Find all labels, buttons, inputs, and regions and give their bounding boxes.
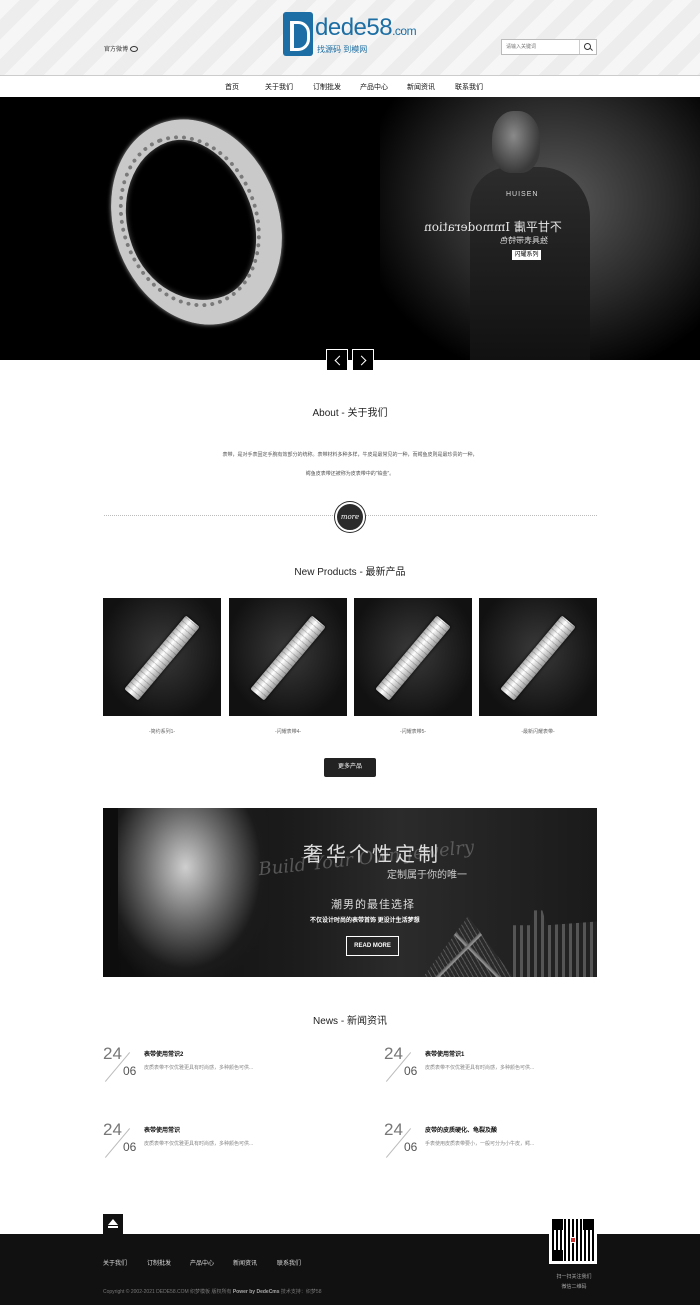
nav-item-products[interactable]: 产品中心 xyxy=(360,82,388,92)
logo[interactable]: dede58.com 找源码 到模网 xyxy=(283,10,423,60)
product-name[interactable]: -最新闪耀表带- xyxy=(479,728,597,735)
news-item-title[interactable]: 皮带的皮质硬化、龟裂及酸 xyxy=(425,1125,497,1134)
read-more-button[interactable]: READ MORE xyxy=(346,936,399,956)
bracelet-image xyxy=(83,97,310,349)
footer-link-about[interactable]: 关于我们 xyxy=(103,1258,127,1267)
product-card[interactable] xyxy=(229,598,347,716)
product-name[interactable]: -简约系列1- xyxy=(103,728,221,735)
promo-subtitle: 定制属于你的唯一 xyxy=(387,870,467,881)
watch-strap-image xyxy=(124,615,200,701)
news-item-title[interactable]: 表带使用常识 xyxy=(144,1125,180,1134)
more-products-button[interactable]: 更多产品 xyxy=(324,758,376,777)
main-nav: 首页 关于我们 订制批发 产品中心 新闻资讯 联系我们 xyxy=(0,75,700,97)
weibo-icon xyxy=(130,46,139,53)
products-title: New Products - 最新产品 xyxy=(294,567,406,578)
wechat-qr-code xyxy=(549,1216,597,1264)
watch-strap-image xyxy=(375,615,451,701)
search-input[interactable] xyxy=(502,40,580,54)
promo-banner[interactable]: Build Your Own Jewelry 奢华个性定制 定制属于你的唯一 潮… xyxy=(103,808,597,977)
qr-label-line1: 扫一扫关注我们 xyxy=(556,1274,592,1280)
promo-tagline: 潮男的最佳选择 xyxy=(331,899,415,911)
news-month: 06 xyxy=(404,1064,418,1078)
news-item-title[interactable]: 表带使用常识1 xyxy=(425,1049,464,1058)
copyright: Copyright © 2002-2021 DEDE58.COM 织梦模板 版权… xyxy=(103,1288,321,1295)
footer-link-contact[interactable]: 联系我们 xyxy=(277,1258,301,1267)
logo-mark-icon xyxy=(283,12,313,56)
nav-item-contact[interactable]: 联系我们 xyxy=(455,82,483,92)
news-title: News - 新闻资讯 xyxy=(313,1016,387,1027)
power-by[interactable]: Power by DedeCms xyxy=(233,1289,280,1295)
news-item-desc: 皮质表带不仅优雅更具有时尚感，多种颜色可供... xyxy=(144,1065,254,1071)
nav-item-news[interactable]: 新闻资讯 xyxy=(407,82,435,92)
page: 官方微博 dede58.com 找源码 到模网 首页 关于我们 订制批发 产品中… xyxy=(0,0,700,1305)
watch-strap-image xyxy=(500,615,576,701)
banner-subline: 独具表带特色 xyxy=(500,236,548,245)
news-day: 24 xyxy=(384,1044,403,1063)
copyright-text: Copyright © 2002-2021 DEDE58.COM 织梦模板 版权… xyxy=(103,1289,232,1295)
news-item-desc: 皮质表带不仅优雅更具有时尚感，多种颜色可供... xyxy=(425,1065,535,1071)
product-name[interactable]: -闪耀表带4- xyxy=(229,728,347,735)
slider-prev-button[interactable] xyxy=(326,349,348,371)
news-item[interactable]: 24 06 表带使用常识1 皮质表带不仅优雅更具有时尚感，多种颜色可供... xyxy=(384,1044,584,1094)
product-card[interactable] xyxy=(103,598,221,716)
footer-link-news[interactable]: 新闻资讯 xyxy=(233,1258,257,1267)
news-day: 24 xyxy=(384,1120,403,1139)
about-text-line2: 鳄鱼皮表带还被称为皮表带中的"铂金"。 xyxy=(305,471,395,477)
slider-next-button[interactable] xyxy=(352,349,374,371)
qr-label: 扫一扫关注我们 微信二维码 xyxy=(548,1272,600,1292)
news-item-desc: 皮质表带不仅优雅更具有时尚感，多种颜色可供... xyxy=(144,1141,254,1147)
weibo-link[interactable]: 官方微博 xyxy=(104,44,139,53)
nav-item-wholesale[interactable]: 订制批发 xyxy=(313,82,341,92)
search-button[interactable] xyxy=(579,40,596,54)
news-month: 06 xyxy=(123,1140,137,1154)
about-text-line1: 表带，是对手表固定手腕有效部分的统称。表带材料多种多样，牛皮是最常见的一种，而鳄… xyxy=(222,452,478,458)
banner-button[interactable]: 闪耀系列 xyxy=(512,250,541,260)
footer-link-products[interactable]: 产品中心 xyxy=(190,1258,214,1267)
logo-slogan: 找源码 到模网 xyxy=(317,45,368,54)
header: 官方微博 dede58.com 找源码 到模网 xyxy=(0,0,700,75)
logo-brand-suffix: .com xyxy=(392,24,417,38)
hero-banner[interactable]: HUISEN 不甘平庸 Immoderation 独具表带特色 闪耀系列 xyxy=(0,97,700,360)
promo-desc: 不仅设计时尚的表带首饰 更设计生活梦想 xyxy=(310,918,420,924)
search-box xyxy=(501,39,597,55)
product-card[interactable] xyxy=(479,598,597,716)
news-day: 24 xyxy=(103,1120,122,1139)
weibo-label: 官方微博 xyxy=(104,47,129,53)
logo-brand-name: dede58 xyxy=(315,14,393,41)
news-item-desc: 手表使用皮质表带要小，一般可分为小牛皮，鳄... xyxy=(425,1141,535,1147)
news-month: 06 xyxy=(404,1140,418,1154)
product-card[interactable] xyxy=(354,598,472,716)
promo-palace-image xyxy=(513,910,597,977)
logo-brand: dede58.com xyxy=(315,14,417,42)
news-month: 06 xyxy=(123,1064,137,1078)
tech-support: 技术支持：织梦58 xyxy=(280,1289,322,1295)
product-name[interactable]: -闪耀表带5- xyxy=(354,728,472,735)
news-item-title[interactable]: 表带使用常识2 xyxy=(144,1049,183,1058)
news-day: 24 xyxy=(103,1044,122,1063)
promo-title: 奢华个性定制 xyxy=(303,844,441,866)
watch-strap-image xyxy=(250,615,326,701)
nav-item-about[interactable]: 关于我们 xyxy=(265,82,293,92)
banner-headline: 不甘平庸 Immoderation xyxy=(424,220,562,234)
news-item[interactable]: 24 06 表带使用常识 皮质表带不仅优雅更具有时尚感，多种颜色可供... xyxy=(103,1120,303,1170)
about-title: About - 关于我们 xyxy=(312,408,388,419)
qr-label-line2: 微信二维码 xyxy=(561,1284,587,1290)
news-item[interactable]: 24 06 表带使用常识2 皮质表带不仅优雅更具有时尚感，多种颜色可供... xyxy=(103,1044,303,1094)
about-text: 表带，是对手表固定手腕有效部分的统称。表带材料多种多样，牛皮是最常见的一种，而鳄… xyxy=(150,446,550,484)
banner-brand: HUISEN xyxy=(506,191,539,198)
promo-pyramid-image xyxy=(423,916,513,977)
news-item[interactable]: 24 06 皮带的皮质硬化、龟裂及酸 手表使用皮质表带要小，一般可分为小牛皮，鳄… xyxy=(384,1120,584,1170)
back-to-top-button[interactable] xyxy=(103,1214,123,1234)
about-more-button[interactable]: more xyxy=(335,502,365,532)
promo-model-image xyxy=(118,808,268,977)
nav-item-home[interactable]: 首页 xyxy=(225,82,239,92)
footer-link-wholesale[interactable]: 订制批发 xyxy=(147,1258,171,1267)
